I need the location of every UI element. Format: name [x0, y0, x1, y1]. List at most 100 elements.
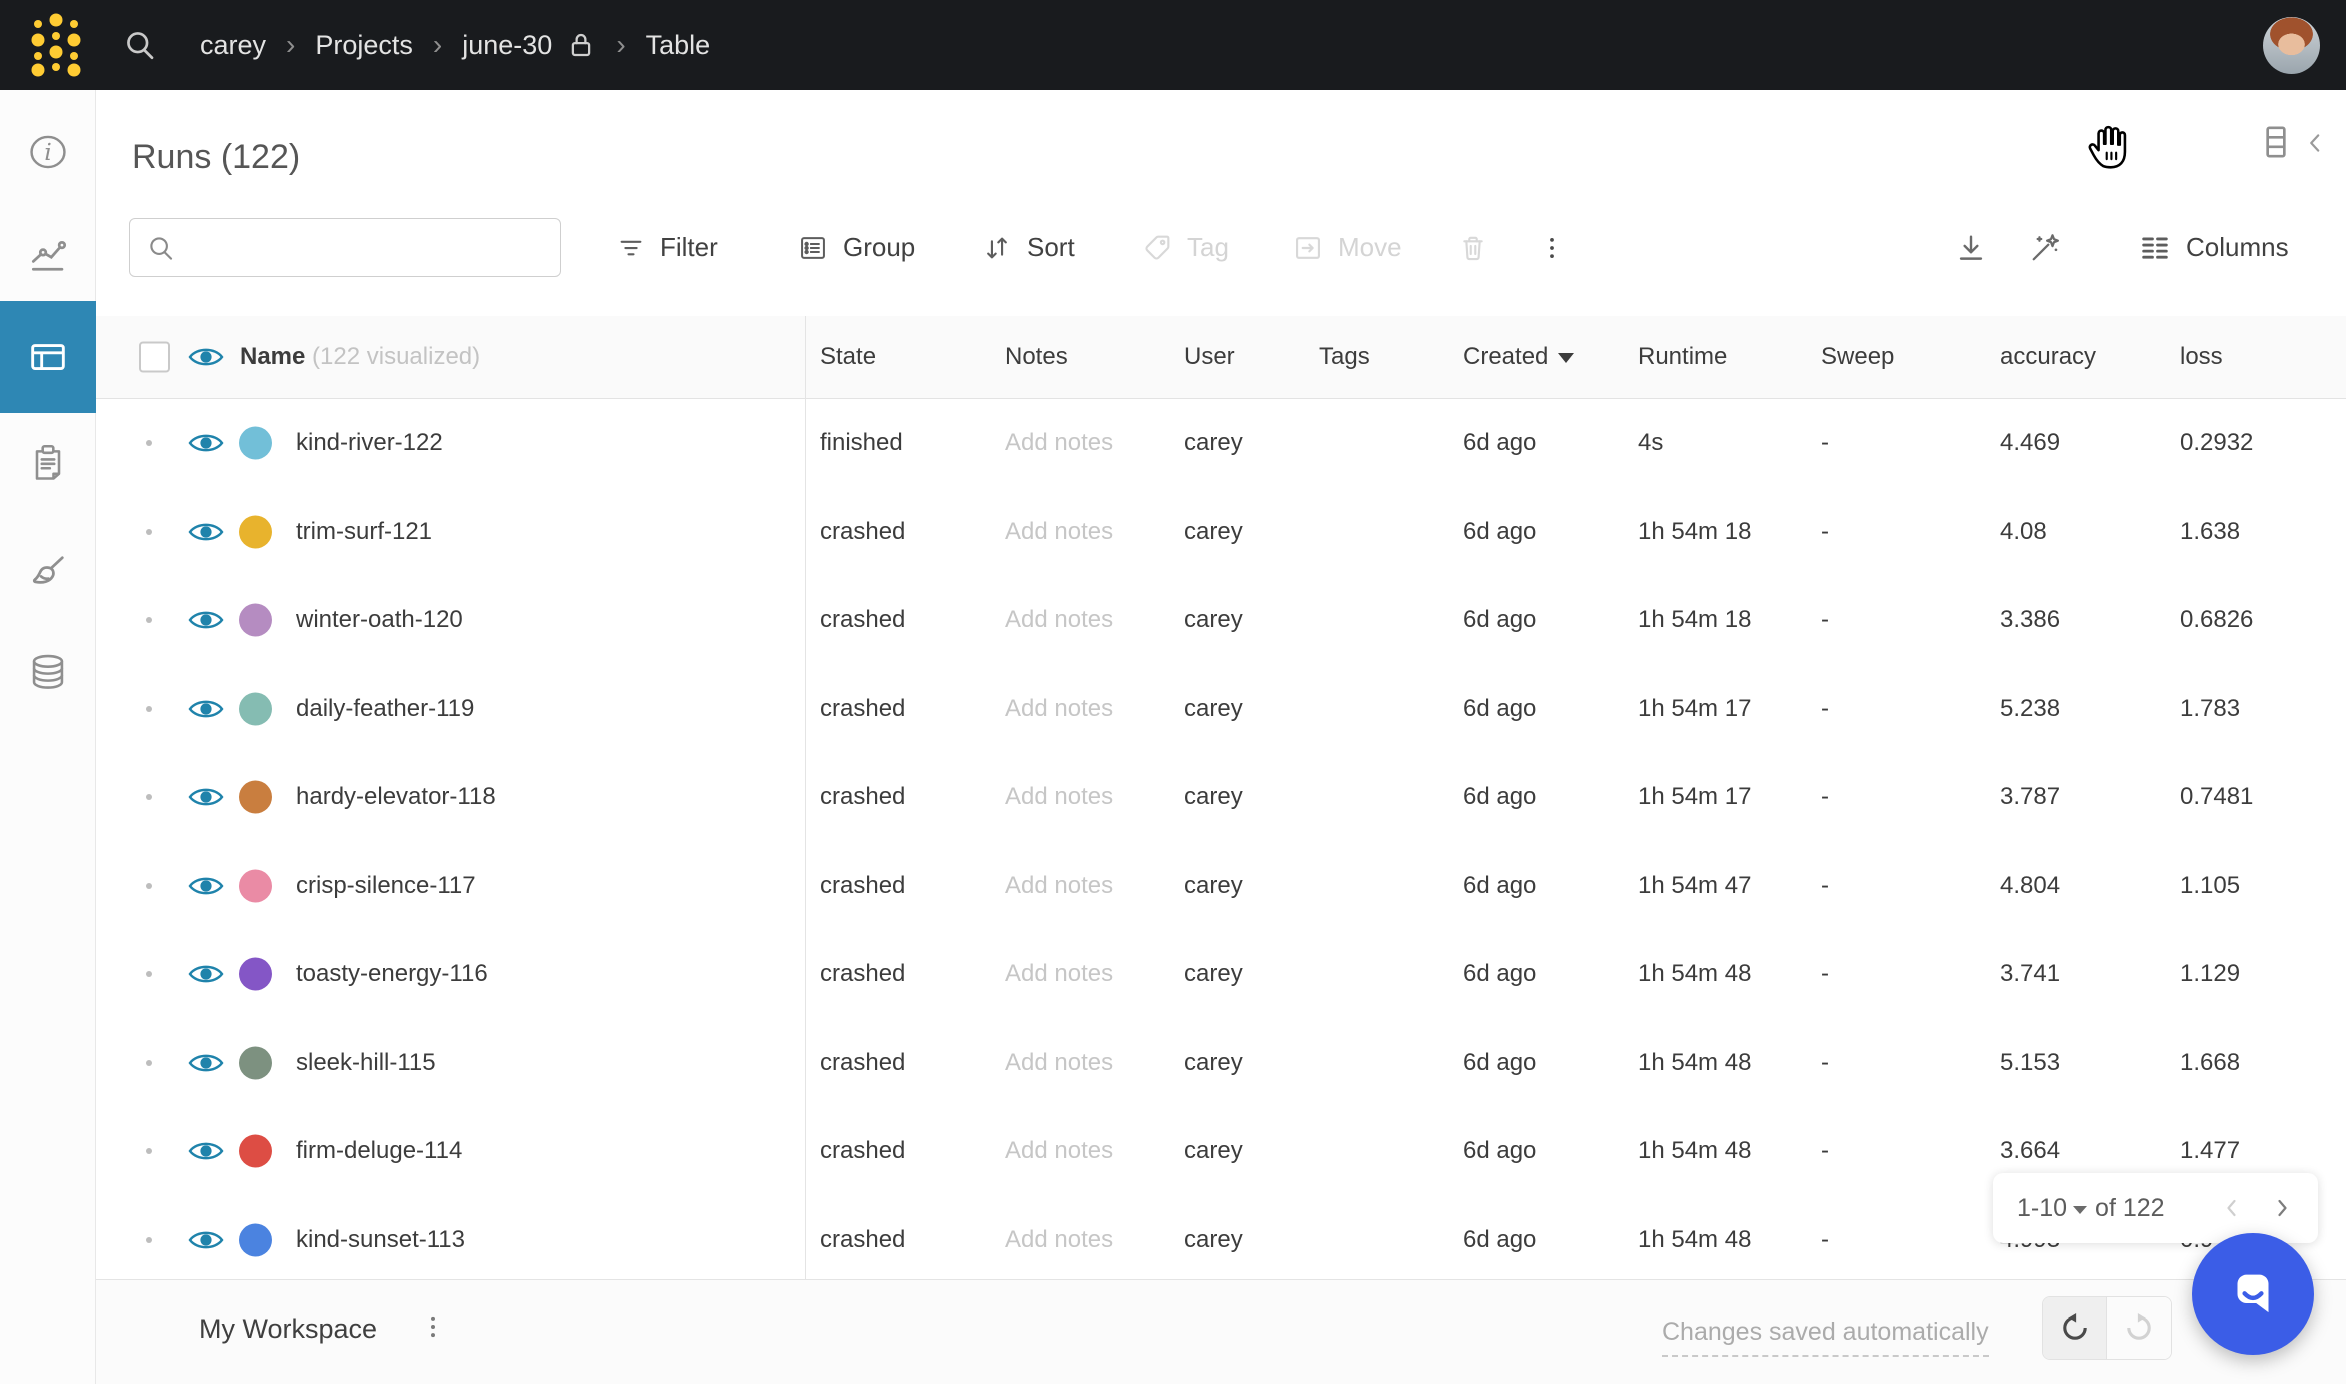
visibility-eye-icon[interactable]: [188, 519, 224, 545]
column-header-created[interactable]: Created: [1463, 343, 1574, 371]
visibility-eye-icon[interactable]: [188, 344, 224, 370]
column-header-tags[interactable]: Tags: [1319, 343, 1370, 371]
column-header-runtime[interactable]: Runtime: [1638, 343, 1727, 371]
visibility-eye-icon[interactable]: [188, 1227, 224, 1253]
breadcrumb-projects[interactable]: Projects: [315, 30, 413, 61]
sidebar-item-overview[interactable]: i: [0, 104, 96, 200]
column-header-sweep[interactable]: Sweep: [1821, 343, 1894, 371]
visibility-eye-icon[interactable]: [188, 430, 224, 456]
run-name[interactable]: trim-surf-121: [296, 518, 432, 546]
drag-handle[interactable]: [146, 1237, 152, 1243]
run-user[interactable]: carey: [1184, 872, 1243, 900]
table-row[interactable]: daily-feather-119 crashed Add notes care…: [96, 665, 2346, 754]
run-user[interactable]: carey: [1184, 518, 1243, 546]
undo-button[interactable]: [2043, 1297, 2107, 1359]
run-color-dot[interactable]: [239, 1046, 272, 1079]
table-row[interactable]: winter-oath-120 crashed Add notes carey …: [96, 576, 2346, 665]
run-user[interactable]: carey: [1184, 960, 1243, 988]
visibility-eye-icon[interactable]: [188, 873, 224, 899]
table-row[interactable]: sleek-hill-115 crashed Add notes carey 6…: [96, 1019, 2346, 1108]
run-color-dot[interactable]: [239, 427, 272, 460]
sidebar-item-logs[interactable]: [0, 414, 96, 510]
sidebar-item-charts[interactable]: [0, 207, 96, 303]
run-color-dot[interactable]: [239, 869, 272, 902]
run-user[interactable]: carey: [1184, 606, 1243, 634]
delete-button[interactable]: [1457, 218, 1489, 277]
page-size-caret-icon[interactable]: [2073, 1206, 2087, 1214]
run-name[interactable]: hardy-elevator-118: [296, 783, 496, 811]
run-color-dot[interactable]: [239, 958, 272, 991]
breadcrumb-user[interactable]: carey: [200, 30, 266, 61]
run-user[interactable]: carey: [1184, 429, 1243, 457]
column-header-state[interactable]: State: [820, 343, 876, 371]
sidebar-item-artifacts[interactable]: [0, 624, 96, 720]
table-row[interactable]: toasty-energy-116 crashed Add notes care…: [96, 930, 2346, 1019]
drag-handle[interactable]: [146, 883, 152, 889]
runs-search[interactable]: [129, 218, 561, 277]
user-avatar[interactable]: [2263, 17, 2320, 74]
visibility-eye-icon[interactable]: [188, 607, 224, 633]
drag-handle[interactable]: [146, 706, 152, 712]
redo-button[interactable]: [2107, 1297, 2171, 1359]
magic-wand-button[interactable]: [2027, 218, 2063, 277]
run-color-dot[interactable]: [239, 781, 272, 814]
run-name[interactable]: kind-river-122: [296, 429, 443, 457]
visibility-eye-icon[interactable]: [188, 696, 224, 722]
run-user[interactable]: carey: [1184, 783, 1243, 811]
filter-button[interactable]: Filter: [616, 218, 718, 277]
run-color-dot[interactable]: [239, 1223, 272, 1256]
run-color-dot[interactable]: [239, 1135, 272, 1168]
run-notes-placeholder[interactable]: Add notes: [1005, 1137, 1113, 1165]
run-notes-placeholder[interactable]: Add notes: [1005, 1226, 1113, 1254]
breadcrumb-view[interactable]: Table: [646, 30, 711, 61]
visibility-eye-icon[interactable]: [188, 961, 224, 987]
columns-button[interactable]: Columns: [2138, 218, 2289, 277]
drag-handle[interactable]: [146, 617, 152, 623]
sidebar-item-table[interactable]: [0, 301, 96, 413]
workspace-selector[interactable]: My Workspace: [199, 1314, 377, 1345]
wandb-logo-icon[interactable]: [16, 6, 94, 84]
run-name[interactable]: sleek-hill-115: [296, 1049, 436, 1077]
column-header-name[interactable]: Name (122 visualized): [240, 343, 480, 371]
collapse-chevron-icon[interactable]: [2302, 130, 2328, 156]
run-notes-placeholder[interactable]: Add notes: [1005, 1049, 1113, 1077]
drag-handle[interactable]: [146, 971, 152, 977]
run-notes-placeholder[interactable]: Add notes: [1005, 960, 1113, 988]
navbar-search-icon[interactable]: [122, 27, 158, 63]
drag-handle[interactable]: [146, 440, 152, 446]
run-color-dot[interactable]: [239, 515, 272, 548]
table-row[interactable]: kind-river-122 finished Add notes carey …: [96, 399, 2346, 488]
run-user[interactable]: carey: [1184, 1226, 1243, 1254]
run-color-dot[interactable]: [239, 604, 272, 637]
column-header-loss[interactable]: loss: [2180, 343, 2223, 371]
next-page-icon[interactable]: [2270, 1196, 2294, 1220]
table-row[interactable]: hardy-elevator-118 crashed Add notes car…: [96, 753, 2346, 842]
column-header-user[interactable]: User: [1184, 343, 1235, 371]
run-name[interactable]: daily-feather-119: [296, 695, 474, 723]
visibility-eye-icon[interactable]: [188, 784, 224, 810]
visibility-eye-icon[interactable]: [188, 1050, 224, 1076]
prev-page-icon[interactable]: [2220, 1196, 2244, 1220]
tag-button[interactable]: Tag: [1141, 218, 1229, 277]
column-header-notes[interactable]: Notes: [1005, 343, 1068, 371]
select-all-checkbox[interactable]: [139, 342, 170, 373]
run-name[interactable]: winter-oath-120: [296, 606, 463, 634]
more-actions-button[interactable]: [1537, 218, 1567, 277]
panel-layout-icon[interactable]: [2256, 122, 2296, 162]
drag-handle[interactable]: [146, 529, 152, 535]
move-button[interactable]: Move: [1292, 218, 1402, 277]
run-user[interactable]: carey: [1184, 1049, 1243, 1077]
column-header-accuracy[interactable]: accuracy: [2000, 343, 2096, 371]
run-notes-placeholder[interactable]: Add notes: [1005, 606, 1113, 634]
run-notes-placeholder[interactable]: Add notes: [1005, 783, 1113, 811]
run-color-dot[interactable]: [239, 692, 272, 725]
drag-handle[interactable]: [146, 1060, 152, 1066]
visibility-eye-icon[interactable]: [188, 1138, 224, 1164]
sidebar-item-sweeps[interactable]: [0, 524, 96, 620]
run-name[interactable]: kind-sunset-113: [296, 1226, 465, 1254]
group-button[interactable]: Group: [797, 218, 915, 277]
run-notes-placeholder[interactable]: Add notes: [1005, 695, 1113, 723]
run-notes-placeholder[interactable]: Add notes: [1005, 872, 1113, 900]
run-name[interactable]: crisp-silence-117: [296, 872, 476, 900]
run-user[interactable]: carey: [1184, 695, 1243, 723]
